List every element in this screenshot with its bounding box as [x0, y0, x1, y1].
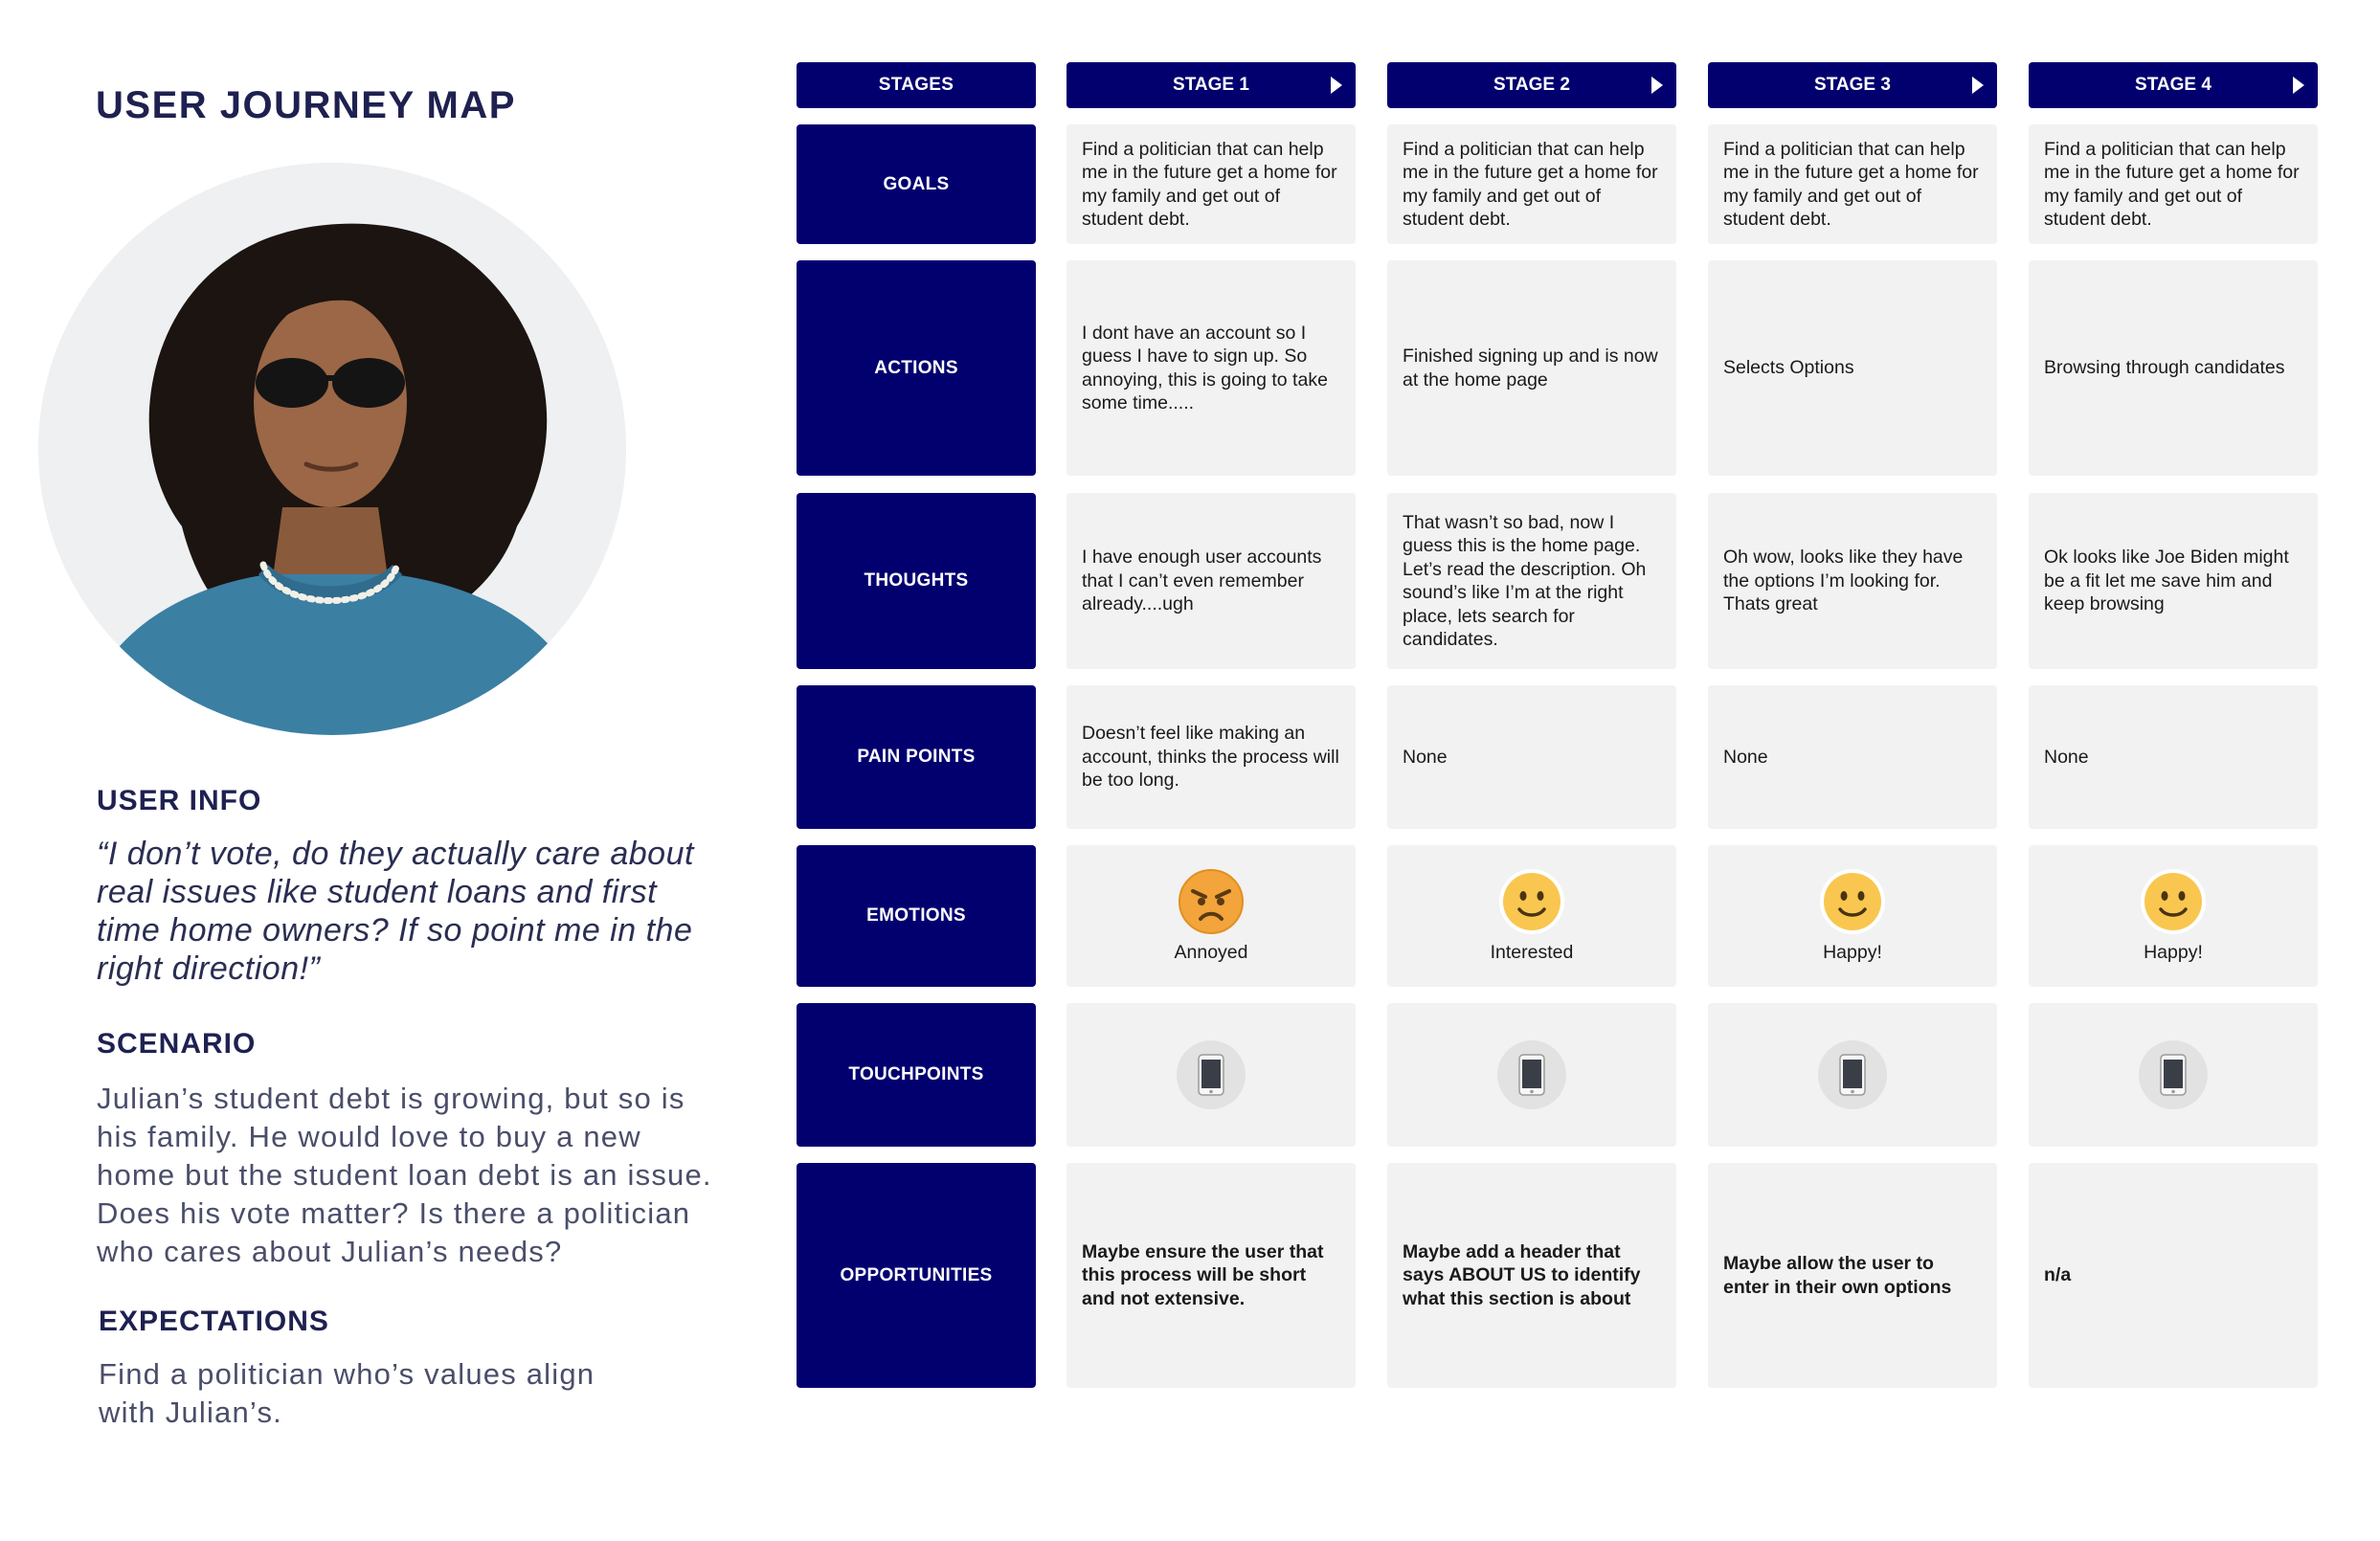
goals-stage-4: Find a politician that can help me in th…	[2029, 124, 2318, 244]
pain-points-stage-4: None	[2029, 685, 2318, 829]
stage-2-header[interactable]: STAGE 2	[1387, 62, 1676, 108]
cell-text: Ok looks like Joe Biden might be a fit l…	[2044, 547, 2289, 615]
cell-text: Find a politician that can help me in th…	[1723, 138, 1979, 231]
row-label-actions: ACTIONS	[797, 260, 1036, 476]
cell-text: Maybe add a header that says ABOUT US to…	[1403, 1240, 1641, 1309]
cell-text: Browsing through candidates	[2044, 357, 2285, 379]
stage-label: STAGE 4	[2135, 75, 2212, 95]
stage-4-header[interactable]: STAGE 4	[2029, 62, 2318, 108]
touchpoints-stage-3	[1708, 1003, 1997, 1147]
touchpoints-stage-2	[1387, 1003, 1676, 1147]
emotion-label: Happy!	[1823, 941, 1882, 963]
emotions-stage-3: Happy!	[1708, 845, 1997, 987]
stage-label: STAGE 2	[1493, 75, 1570, 95]
row-label-touchpoints: TOUCHPOINTS	[797, 1003, 1036, 1147]
stages-header: STAGES	[797, 62, 1036, 108]
row-label-goals: GOALS	[797, 124, 1036, 244]
pain-points-stage-1: Doesn’t feel like making an account, thi…	[1067, 685, 1356, 829]
mobile-phone-icon	[1177, 1040, 1246, 1109]
opportunities-stage-1: Maybe ensure the user that this process …	[1067, 1163, 1356, 1388]
thoughts-stage-3: Oh wow, looks like they have the options…	[1708, 493, 1997, 669]
scenario-heading: SCENARIO	[97, 1028, 257, 1060]
play-arrow-icon	[2293, 77, 2304, 94]
angry-face-icon	[1178, 868, 1245, 935]
pain-points-stage-2: None	[1387, 685, 1676, 829]
page-title: USER JOURNEY MAP	[96, 84, 516, 126]
goals-stage-2: Find a politician that can help me in th…	[1387, 124, 1676, 244]
mobile-phone-icon	[2139, 1040, 2208, 1109]
play-arrow-icon	[1331, 77, 1342, 94]
emotion-label: Annoyed	[1174, 941, 1248, 963]
cell-text: Oh wow, looks like they have the options…	[1723, 547, 1964, 615]
cell-text: None	[2044, 746, 2089, 768]
expectations-text: Find a politician who’s values align wit…	[99, 1357, 595, 1429]
cell-text: That wasn’t so bad, now I guess this is …	[1403, 511, 1647, 651]
cell-text: None	[1403, 746, 1448, 768]
user-info-heading: USER INFO	[97, 785, 262, 816]
emotions-stage-2: Interested	[1387, 845, 1676, 987]
touchpoints-stage-4	[2029, 1003, 2318, 1147]
row-label-pain-points: PAIN POINTS	[797, 685, 1036, 829]
actions-stage-2: Finished signing up and is now at the ho…	[1387, 260, 1676, 476]
row-label-opportunities: OPPORTUNITIES	[797, 1163, 1036, 1388]
goals-stage-1: Find a politician that can help me in th…	[1067, 124, 1356, 244]
cell-text: I have enough user accounts that I can’t…	[1082, 547, 1322, 615]
goals-stage-3: Find a politician that can help me in th…	[1708, 124, 1997, 244]
stage-label: STAGE 1	[1173, 75, 1249, 95]
pain-points-stage-3: None	[1708, 685, 1997, 829]
emotion-label: Interested	[1490, 941, 1574, 963]
stage-label: STAGE 3	[1814, 75, 1891, 95]
cell-text: I dont have an account so I guess I have…	[1082, 322, 1328, 414]
thoughts-stage-2: That wasn’t so bad, now I guess this is …	[1387, 493, 1676, 669]
thoughts-stage-1: I have enough user accounts that I can’t…	[1067, 493, 1356, 669]
touchpoints-stage-1	[1067, 1003, 1356, 1147]
cell-text: None	[1723, 746, 1768, 768]
emotions-stage-1: Annoyed	[1067, 845, 1356, 987]
cell-text: Finished signing up and is now at the ho…	[1403, 346, 1658, 391]
stage-3-header[interactable]: STAGE 3	[1708, 62, 1997, 108]
opportunities-stage-4: n/a	[2029, 1163, 2318, 1388]
row-label-thoughts: THOUGHTS	[797, 493, 1036, 669]
cell-text: Maybe ensure the user that this process …	[1082, 1240, 1324, 1309]
smiling-face-icon	[1819, 868, 1886, 935]
user-quote: “I don’t vote, do they actually care abo…	[97, 836, 694, 987]
opportunities-stage-2: Maybe add a header that says ABOUT US to…	[1387, 1163, 1676, 1388]
cell-text: n/a	[2044, 1264, 2072, 1286]
cell-text: Find a politician that can help me in th…	[2044, 138, 2300, 231]
actions-stage-4: Browsing through candidates	[2029, 260, 2318, 476]
play-arrow-icon	[1651, 77, 1663, 94]
stage-1-header[interactable]: STAGE 1	[1067, 62, 1356, 108]
cell-text: Selects Options	[1723, 357, 1854, 379]
cell-text: Doesn’t feel like making an account, thi…	[1082, 723, 1339, 792]
actions-stage-1: I dont have an account so I guess I have…	[1067, 260, 1356, 476]
cell-text: Maybe allow the user to enter in their o…	[1723, 1253, 1952, 1298]
mobile-phone-icon	[1497, 1040, 1566, 1109]
actions-stage-3: Selects Options	[1708, 260, 1997, 476]
avatar	[38, 163, 626, 735]
thoughts-stage-4: Ok looks like Joe Biden might be a fit l…	[2029, 493, 2318, 669]
emotion-label: Happy!	[2144, 941, 2203, 963]
play-arrow-icon	[1972, 77, 1984, 94]
row-label-emotions: EMOTIONS	[797, 845, 1036, 987]
scenario-text: Julian’s student debt is growing, but so…	[97, 1082, 712, 1268]
cell-text: Find a politician that can help me in th…	[1403, 138, 1658, 231]
smiling-face-icon	[2140, 868, 2207, 935]
user-photo	[38, 163, 626, 735]
smiling-face-icon	[1498, 868, 1565, 935]
cell-text: Find a politician that can help me in th…	[1082, 138, 1337, 231]
user-profile-panel: USER JOURNEY MAP USER INFO “I don’t vote…	[0, 0, 766, 1541]
mobile-phone-icon	[1818, 1040, 1887, 1109]
emotions-stage-4: Happy!	[2029, 845, 2318, 987]
opportunities-stage-3: Maybe allow the user to enter in their o…	[1708, 1163, 1997, 1388]
expectations-heading: EXPECTATIONS	[99, 1306, 329, 1337]
